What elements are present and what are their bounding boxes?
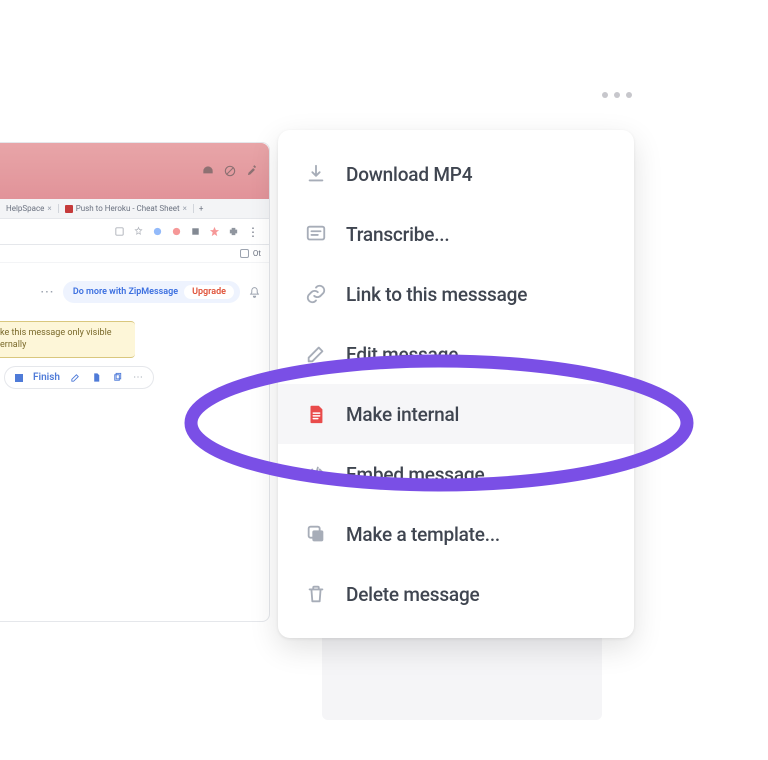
transcript-icon: [304, 222, 328, 246]
background-titlebar: [0, 143, 269, 199]
menu-item-download-mp4[interactable]: Download MP4: [278, 144, 634, 204]
menu-item-label: Make internal: [346, 403, 459, 426]
tab-close-icon[interactable]: ×: [47, 204, 51, 213]
copy-icon: [304, 522, 328, 546]
document-icon[interactable]: [91, 372, 102, 383]
overflow-icon[interactable]: ⋯: [40, 284, 55, 300]
circle-slash-icon: [223, 164, 237, 178]
ext-icon[interactable]: [152, 226, 163, 237]
banner-line1: ke this message only visible: [0, 328, 127, 340]
ext-icon[interactable]: [114, 226, 125, 237]
upsell-text: Do more with ZipMessage: [73, 287, 178, 297]
background-browser-tabs: HelpSpace × Push to Heroku - Cheat Sheet…: [0, 199, 269, 219]
code-icon: [304, 462, 328, 486]
background-tab-helpspace[interactable]: HelpSpace ×: [0, 204, 59, 213]
helmet-icon: [201, 164, 215, 178]
internal-visibility-banner: ke this message only visible ernally: [0, 321, 135, 358]
menu-item-make-internal[interactable]: Make internal: [278, 384, 634, 444]
menu-item-label: Link to this messsage: [346, 283, 527, 306]
browser-menu-icon[interactable]: ⋮: [247, 225, 259, 239]
finish-button[interactable]: Finish: [33, 372, 60, 383]
rocket-icon: [245, 164, 259, 178]
document-icon: [304, 402, 328, 426]
edit-icon: [304, 342, 328, 366]
menu-item-delete-message[interactable]: Delete message: [278, 564, 634, 624]
upgrade-button[interactable]: Upgrade: [184, 285, 234, 299]
background-browser-toolbar: ⋮: [0, 219, 269, 245]
menu-item-label: Make a template...: [346, 523, 500, 546]
menu-item-transcribe[interactable]: Transcribe...: [278, 204, 634, 264]
overflow-icon[interactable]: ⋯: [133, 372, 143, 383]
tab-close-icon[interactable]: ×: [183, 204, 187, 213]
menu-item-label: Edit message: [346, 343, 458, 366]
ext-icon[interactable]: [190, 226, 201, 237]
menu-item-link-message[interactable]: Link to this messsage: [278, 264, 634, 324]
message-actions-menu: Download MP4 Transcribe... Link to this …: [278, 130, 634, 638]
tab-favicon: [65, 205, 73, 213]
bookmarks-label: Ot: [253, 249, 261, 258]
background-app-header: ⋯ Do more with ZipMessage Upgrade: [0, 263, 269, 321]
background-tab-heroku[interactable]: Push to Heroku - Cheat Sheet ×: [59, 204, 194, 213]
link-icon: [304, 282, 328, 306]
new-tab-button[interactable]: +: [194, 204, 209, 213]
menu-item-embed-message[interactable]: Embed message...: [278, 444, 634, 504]
stop-icon: [15, 374, 23, 382]
edit-icon[interactable]: [70, 372, 81, 383]
tab-label: HelpSpace: [6, 204, 44, 213]
menu-item-label: Download MP4: [346, 163, 472, 186]
upsell-pill[interactable]: Do more with ZipMessage Upgrade: [63, 281, 240, 303]
menu-item-label: Delete message: [346, 583, 480, 606]
download-icon: [304, 162, 328, 186]
trash-icon: [304, 582, 328, 606]
menu-item-label: Transcribe...: [346, 223, 449, 246]
finish-toolbar: Finish ⋯: [4, 366, 154, 389]
folder-icon: [240, 249, 249, 258]
tab-label: Push to Heroku - Cheat Sheet: [76, 204, 180, 213]
ext-icon[interactable]: [171, 226, 182, 237]
banner-line2: ernally: [0, 340, 127, 352]
puzzle-icon[interactable]: [228, 226, 239, 237]
background-bookmarks-bar: Ot: [0, 245, 269, 263]
background-app-window: HelpSpace × Push to Heroku - Cheat Sheet…: [0, 142, 270, 622]
more-actions-button[interactable]: [602, 92, 632, 98]
ext-icon[interactable]: [133, 226, 144, 237]
menu-item-label: Embed message...: [346, 463, 500, 486]
ext-icon[interactable]: [209, 226, 220, 237]
copy-icon[interactable]: [112, 372, 123, 383]
menu-item-make-template[interactable]: Make a template...: [278, 504, 634, 564]
bell-icon[interactable]: [248, 286, 261, 299]
menu-item-edit-message[interactable]: Edit message: [278, 324, 634, 384]
